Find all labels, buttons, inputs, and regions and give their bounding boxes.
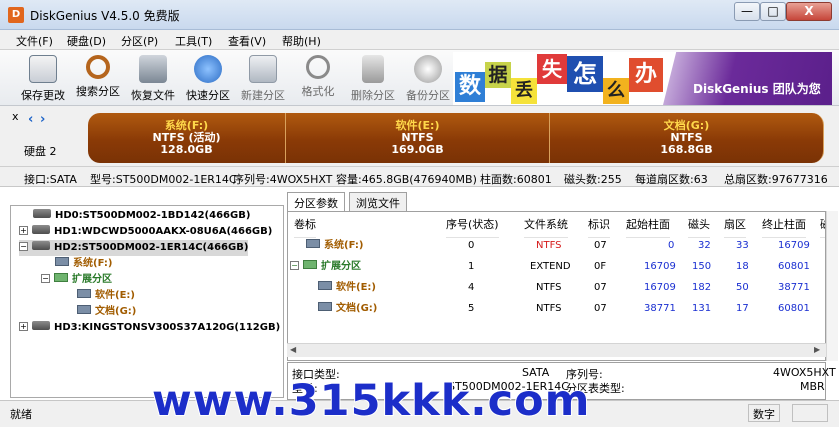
table-row[interactable]: 文档(G:) 5 NTFS 07 38771 131 17 60801 [288,298,825,319]
menu-partition[interactable]: 分区(P) [121,33,158,49]
new-partition-icon [249,55,277,83]
chevron-right-icon[interactable]: › [40,112,45,127]
tree-item-software-e[interactable]: 软件(E:) [77,288,135,304]
expand-icon[interactable]: + [19,322,28,331]
menu-disk[interactable]: 硬盘(D) [67,33,106,49]
partition-icon [318,281,332,290]
hard-disk-icon [32,241,50,250]
collapse-icon[interactable]: − [41,274,50,283]
status-empty [792,404,828,422]
partition-segment-documents[interactable]: 文档(G:) NTFS 168.8GB [550,113,824,163]
vertical-scrollbar[interactable] [826,211,838,361]
backup-partition-button[interactable]: 备份分区 [400,52,456,104]
format-button[interactable]: 格式化 [290,52,346,104]
horizontal-scrollbar[interactable]: ◀ ▶ [287,343,826,357]
partition-icon [55,257,69,266]
partition-icon [77,289,91,298]
partition-table: 卷标 序号(状态) 文件系统 标识 起始柱面 磁头 扇区 终止柱面 磁 系统(F… [287,211,826,361]
format-icon [306,55,330,79]
tree-item-system-f[interactable]: 系统(F:) [55,256,112,272]
minimize-button[interactable]: — [734,2,760,21]
banner-tile: 数 [455,72,485,102]
disk-label: 硬盘 2 [24,145,57,158]
partition-bar: 系统(F:) NTFS (活动) 128.0GB 软件(E:) NTFS 169… [88,113,824,163]
watermark-text: www.315kkk.com [151,375,591,427]
menu-tools[interactable]: 工具(T) [175,33,212,49]
scroll-left-icon[interactable]: ◀ [290,345,296,354]
magnifier-icon [86,55,110,79]
window-title: DiskGenius V4.5.0 免费版 [30,9,180,23]
partition-icon [77,305,91,314]
menu-view[interactable]: 查看(V) [228,33,266,49]
collapse-icon[interactable]: − [19,242,28,251]
info-total-sectors: 总扇区数:97677316 [724,173,828,186]
table-row[interactable]: 软件(E:) 4 NTFS 07 16709 182 50 38771 [288,277,825,298]
tree-item-hd0[interactable]: HD0:ST500DM002-1BD142(466GB) [33,208,250,224]
save-icon [29,55,57,83]
hard-disk-icon [32,321,50,330]
info-model: 型号:ST500DM002-1ER14C [90,173,237,186]
restore-files-button[interactable]: 恢复文件 [125,52,181,104]
hard-disk-icon [32,225,50,234]
table-row[interactable]: − 扩展分区 1 EXTEND 0F 16709 150 18 60801 [288,256,825,277]
disk-tree: HD0:ST500DM002-1BD142(466GB) + HD1:WDCWD5… [10,205,284,398]
detail-serial-value: 4WOX5HXT [773,366,836,379]
partition-icon [318,302,332,311]
tree-item-hd2[interactable]: − HD2:ST500DM002-1ER14C(466GB) [19,240,249,256]
app-icon: D [8,7,24,23]
status-numlock: 数字 [748,404,780,422]
banner-tile: 怎 [567,56,603,92]
status-ready: 就绪 [10,408,32,421]
info-capacity: 容量:465.8GB(476940MB) [336,173,477,186]
tab-partition-params[interactable]: 分区参数 [287,192,345,212]
menu-help[interactable]: 帮助(H) [282,33,321,49]
scroll-right-icon[interactable]: ▶ [814,345,820,354]
info-serial: 序列号:4WOX5HXT [233,173,333,186]
title-bar: D DiskGenius V4.5.0 免费版 — □ X [0,0,839,30]
info-cylinders: 柱面数:60801 [480,173,552,186]
restore-icon [139,55,167,83]
banner-strip [663,52,832,105]
maximize-button[interactable]: □ [760,2,786,21]
hard-disk-icon [33,209,51,218]
save-changes-button[interactable]: 保存更改 [15,52,71,104]
promo-banner[interactable]: 数 据 丢 失 怎 么 办 DiskGenius 团队为您 [453,52,832,105]
close-button[interactable]: X [786,2,832,21]
info-sectors-per-track: 每道扇区数:63 [635,173,708,186]
extended-partition-icon [54,273,68,282]
new-partition-button[interactable]: 新建分区 [235,52,291,104]
tab-browse-files[interactable]: 浏览文件 [349,192,407,211]
delete-partition-icon [362,55,384,83]
banner-slogan: DiskGenius 团队为您 [693,82,821,96]
tree-item-documents-g[interactable]: 文档(G:) [77,304,136,320]
tree-item-extended[interactable]: − 扩展分区 [41,272,112,288]
backup-icon [414,55,442,83]
delete-partition-button[interactable]: 删除分区 [345,52,401,104]
banner-tile: 失 [537,54,567,84]
tree-item-hd3[interactable]: + HD3:KINGSTONSV300S37A120G(112GB) [19,320,280,336]
search-partition-button[interactable]: 搜索分区 [70,52,126,104]
info-heads: 磁头数:255 [564,173,622,186]
partition-segment-software[interactable]: 软件(E:) NTFS 169.0GB [286,113,550,163]
chevron-left-icon[interactable]: ‹ [28,112,33,127]
collapse-icon[interactable]: − [290,261,299,270]
tree-item-hd1[interactable]: + HD1:WDCWD5000AAKX-08U6A(466GB) [19,224,272,240]
menu-file[interactable]: 文件(F) [16,33,53,49]
banner-tile: 丢 [511,78,537,104]
info-interface: 接口:SATA [24,173,77,186]
partition-segment-system[interactable]: 系统(F:) NTFS (活动) 128.0GB [88,113,286,163]
banner-tile: 据 [485,62,511,88]
partition-icon [306,239,320,248]
menu-bar: 文件(F) 硬盘(D) 分区(P) 工具(T) 查看(V) 帮助(H) [0,30,839,50]
quick-partition-button[interactable]: 快速分区 [180,52,236,104]
banner-tile: 么 [603,78,629,104]
detail-pt-value: MBR [800,380,825,393]
disk-info-line: 接口:SATA 型号:ST500DM002-1ER14C 序列号:4WOX5HX… [0,167,839,187]
close-icon[interactable]: x [12,110,19,123]
expand-icon[interactable]: + [19,226,28,235]
quick-partition-icon [194,55,222,83]
banner-tile: 办 [629,58,663,92]
table-row[interactable]: 系统(F:) 0 NTFS 07 0 32 33 16709 [288,235,825,256]
extended-partition-icon [303,260,317,269]
